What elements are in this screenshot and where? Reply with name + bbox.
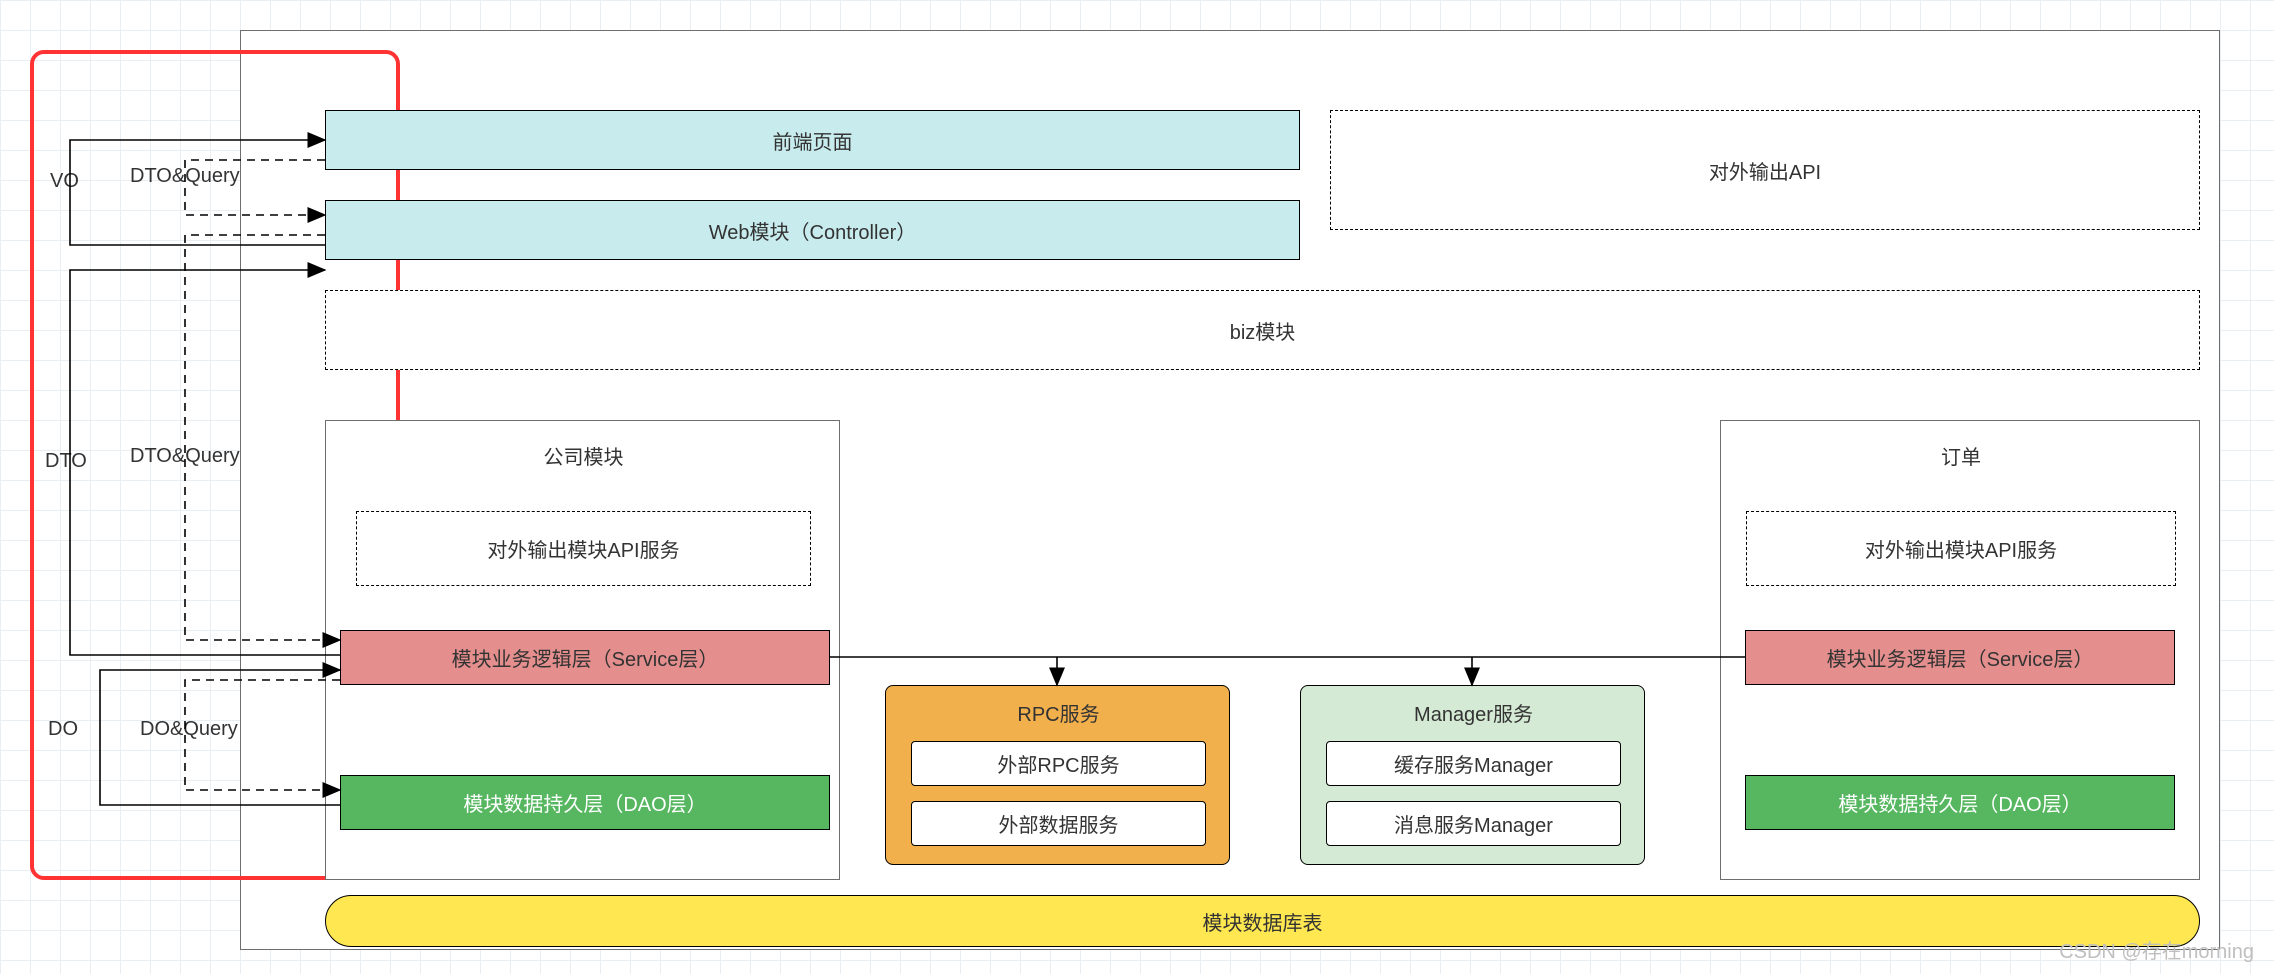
manager-service-title: Manager服务 bbox=[1301, 698, 1646, 727]
order-dao-label: 模块数据持久层（DAO层） bbox=[1838, 788, 2081, 817]
rpc-item2-box: 外部数据服务 bbox=[911, 801, 1206, 846]
rpc-service-title: RPC服务 bbox=[886, 698, 1231, 727]
biz-box: biz模块 bbox=[325, 290, 2200, 370]
order-api-service-label: 对外输出模块API服务 bbox=[1865, 534, 2057, 563]
vo-label: VO bbox=[50, 170, 79, 193]
rpc-item2-label: 外部数据服务 bbox=[999, 809, 1119, 838]
watermark-text: CSDN @存在morning bbox=[2059, 935, 2254, 964]
do-label: DO bbox=[48, 718, 78, 741]
manager-item2-box: 消息服务Manager bbox=[1326, 801, 1621, 846]
do-query-label: DO&Query bbox=[140, 718, 238, 741]
frontend-label: 前端页面 bbox=[773, 126, 853, 155]
order-module-title: 订单 bbox=[1721, 441, 2201, 470]
company-module-title: 公司模块 bbox=[326, 441, 841, 470]
api-output-label: 对外输出API bbox=[1709, 156, 1821, 185]
company-api-service-label: 对外输出模块API服务 bbox=[487, 534, 679, 563]
company-service-box: 模块业务逻辑层（Service层） bbox=[340, 630, 830, 685]
database-label: 模块数据库表 bbox=[1203, 907, 1323, 936]
order-service-box: 模块业务逻辑层（Service层） bbox=[1745, 630, 2175, 685]
dto-label: DTO bbox=[45, 450, 87, 473]
manager-item1-label: 缓存服务Manager bbox=[1394, 749, 1553, 778]
api-output-box: 对外输出API bbox=[1330, 110, 2200, 230]
order-dao-box: 模块数据持久层（DAO层） bbox=[1745, 775, 2175, 830]
company-dao-label: 模块数据持久层（DAO层） bbox=[463, 788, 706, 817]
frontend-box: 前端页面 bbox=[325, 110, 1300, 170]
manager-service-box: Manager服务 缓存服务Manager 消息服务Manager bbox=[1300, 685, 1645, 865]
rpc-item1-label: 外部RPC服务 bbox=[997, 749, 1119, 778]
company-service-label: 模块业务逻辑层（Service层） bbox=[452, 643, 719, 672]
database-box: 模块数据库表 bbox=[325, 895, 2200, 947]
manager-item1-box: 缓存服务Manager bbox=[1326, 741, 1621, 786]
order-service-label: 模块业务逻辑层（Service层） bbox=[1827, 643, 2094, 672]
dto-query-label-2: DTO&Query bbox=[130, 445, 240, 468]
manager-item2-label: 消息服务Manager bbox=[1394, 809, 1553, 838]
company-dao-box: 模块数据持久层（DAO层） bbox=[340, 775, 830, 830]
rpc-service-box: RPC服务 外部RPC服务 外部数据服务 bbox=[885, 685, 1230, 865]
order-api-service-box: 对外输出模块API服务 bbox=[1746, 511, 2176, 586]
rpc-item1-box: 外部RPC服务 bbox=[911, 741, 1206, 786]
controller-label: Web模块（Controller） bbox=[709, 216, 916, 245]
dto-query-label-1: DTO&Query bbox=[130, 165, 240, 188]
biz-label: biz模块 bbox=[1230, 316, 1296, 345]
controller-box: Web模块（Controller） bbox=[325, 200, 1300, 260]
company-api-service-box: 对外输出模块API服务 bbox=[356, 511, 811, 586]
